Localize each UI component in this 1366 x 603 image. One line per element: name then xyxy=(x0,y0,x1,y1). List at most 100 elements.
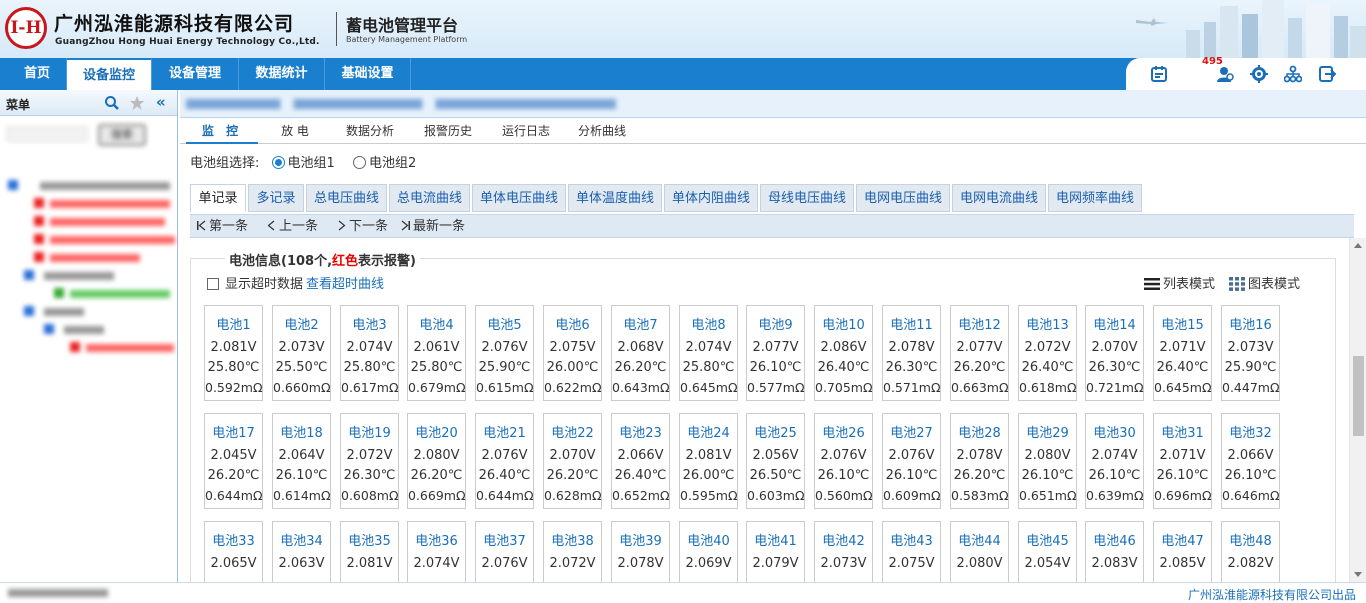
subtab-total-voltage-curve[interactable]: 总电压曲线 xyxy=(306,184,387,212)
header-divider xyxy=(336,12,337,46)
subtab-cell-voltage-curve[interactable]: 单体电压曲线 xyxy=(472,184,566,212)
battery-cell[interactable]: 电池19 2.072V 26.30℃ 0.608mΩ xyxy=(340,413,399,509)
battery-cell[interactable]: 电池18 2.064V 26.10℃ 0.614mΩ xyxy=(272,413,331,509)
battery-cell[interactable]: 电池10 2.086V 26.40℃ 0.705mΩ xyxy=(814,305,873,401)
cell-voltage: 2.076V xyxy=(481,448,528,463)
battery-cell[interactable]: 电池11 2.078V 26.30℃ 0.571mΩ xyxy=(882,305,941,401)
battery-cell[interactable]: 电池29 2.080V 26.10℃ 0.651mΩ xyxy=(1018,413,1077,509)
battery-cell[interactable]: 电池1 2.081V 25.80℃ 0.592mΩ xyxy=(204,305,263,401)
scroll-thumb[interactable] xyxy=(1353,356,1364,436)
subtab-multi-record[interactable]: 多记录 xyxy=(248,184,304,212)
content-scrollbar[interactable] xyxy=(1349,238,1366,582)
cell-resistance: 0.643mΩ xyxy=(612,380,670,395)
tree-node[interactable] xyxy=(34,233,176,244)
battery-cell[interactable]: 电池14 2.070V 26.30℃ 0.721mΩ xyxy=(1085,305,1144,401)
cell-resistance: 0.617mΩ xyxy=(341,380,399,395)
overtime-curve-link[interactable]: 查看超时曲线 xyxy=(306,277,384,292)
battery-cell[interactable]: 电池30 2.074V 26.10℃ 0.639mΩ xyxy=(1085,413,1144,509)
battery-cell[interactable]: 电池23 2.066V 26.40℃ 0.652mΩ xyxy=(611,413,670,509)
cell-temperature: 26.10℃ xyxy=(1224,468,1277,483)
battery-cell[interactable]: 电池31 2.071V 26.10℃ 0.696mΩ xyxy=(1153,413,1212,509)
tab-monitor[interactable]: 监 控 xyxy=(186,118,258,144)
cell-temperature: 25.90℃ xyxy=(1224,360,1277,375)
nav-device-manage[interactable]: 设备管理 xyxy=(152,58,239,90)
battery-cell[interactable]: 电池24 2.081V 26.00℃ 0.595mΩ xyxy=(679,413,738,509)
battery-cell[interactable]: 电池25 2.056V 26.50℃ 0.603mΩ xyxy=(746,413,805,509)
show-overtime-checkbox[interactable] xyxy=(207,278,219,290)
battery-cell[interactable]: 电池3 2.074V 25.80℃ 0.617mΩ xyxy=(340,305,399,401)
tree-node[interactable] xyxy=(44,323,174,334)
tab-run-log[interactable]: 运行日志 xyxy=(494,118,558,144)
sidebar-search-input[interactable] xyxy=(6,126,88,142)
scroll-down-icon[interactable] xyxy=(1354,572,1362,577)
subtab-grid-current-curve[interactable]: 电网电流曲线 xyxy=(952,184,1046,212)
logout-icon[interactable] xyxy=(1318,65,1336,83)
battery-cell[interactable]: 电池32 2.066V 26.10℃ 0.646mΩ xyxy=(1221,413,1280,509)
group-option-2[interactable]: 电池组2 xyxy=(352,156,416,171)
cell-resistance: 0.609mΩ xyxy=(883,488,941,503)
tab-discharge[interactable]: 放 电 xyxy=(262,118,328,144)
nav-home[interactable]: 首页 xyxy=(8,58,67,90)
tree-node[interactable] xyxy=(8,179,176,190)
scroll-up-icon[interactable] xyxy=(1354,243,1362,248)
battery-cell[interactable]: 电池13 2.072V 26.40℃ 0.618mΩ xyxy=(1018,305,1077,401)
cell-voltage: 2.080V xyxy=(413,448,460,463)
subtab-cell-resistance-curve[interactable]: 单体内阻曲线 xyxy=(664,184,758,212)
battery-cell[interactable]: 电池28 2.078V 26.20℃ 0.583mΩ xyxy=(950,413,1009,509)
user-alarm-icon[interactable] xyxy=(1216,65,1234,83)
latest-record-button[interactable]: 最新一条 xyxy=(400,218,465,236)
subtab-cell-temp-curve[interactable]: 单体温度曲线 xyxy=(568,184,662,212)
battery-cell[interactable]: 电池6 2.075V 26.00℃ 0.622mΩ xyxy=(543,305,602,401)
first-record-button[interactable]: 第一条 xyxy=(196,218,248,236)
battery-cell[interactable]: 电池21 2.076V 26.40℃ 0.644mΩ xyxy=(475,413,534,509)
tab-alarm-history[interactable]: 报警历史 xyxy=(416,118,480,144)
subtab-total-current-curve[interactable]: 总电流曲线 xyxy=(389,184,470,212)
tab-analysis-curve[interactable]: 分析曲线 xyxy=(570,118,634,144)
nav-data-stats[interactable]: 数据统计 xyxy=(239,58,325,90)
tree-node[interactable] xyxy=(24,269,174,280)
cell-voltage: 2.077V xyxy=(956,340,1003,355)
subtab-bus-voltage-curve[interactable]: 母线电压曲线 xyxy=(760,184,854,212)
org-tree-icon[interactable] xyxy=(1284,65,1302,83)
battery-cell[interactable]: 电池7 2.068V 26.20℃ 0.643mΩ xyxy=(611,305,670,401)
tree-node[interactable] xyxy=(34,215,176,226)
subtab-grid-frequency-curve[interactable]: 电网频率曲线 xyxy=(1048,184,1142,212)
subtab-grid-voltage-curve[interactable]: 电网电压曲线 xyxy=(856,184,950,212)
tree-node[interactable] xyxy=(24,305,174,316)
battery-cell[interactable]: 电池27 2.076V 26.10℃ 0.609mΩ xyxy=(882,413,941,509)
battery-cell[interactable]: 电池26 2.076V 26.10℃ 0.560mΩ xyxy=(814,413,873,509)
battery-cell[interactable]: 电池4 2.061V 25.80℃ 0.679mΩ xyxy=(407,305,466,401)
subtab-single-record[interactable]: 单记录 xyxy=(190,184,246,212)
battery-cell[interactable]: 电池17 2.045V 26.20℃ 0.644mΩ xyxy=(204,413,263,509)
tab-data-analysis[interactable]: 数据分析 xyxy=(338,118,402,144)
next-record-button[interactable]: 下一条 xyxy=(336,218,388,236)
battery-cell[interactable]: 电池16 2.073V 25.90℃ 0.447mΩ xyxy=(1221,305,1280,401)
battery-cell[interactable]: 电池9 2.077V 26.10℃ 0.577mΩ xyxy=(746,305,805,401)
chart-mode-button[interactable]: 图表模式 xyxy=(1229,273,1300,292)
battery-cell[interactable]: 电池5 2.076V 25.90℃ 0.615mΩ xyxy=(475,305,534,401)
gear-icon[interactable] xyxy=(1250,65,1268,83)
cell-name: 电池21 xyxy=(483,426,526,441)
next-icon xyxy=(338,220,346,231)
nav-basic-settings[interactable]: 基础设置 xyxy=(325,58,411,90)
tree-node[interactable] xyxy=(70,341,176,352)
battery-cell[interactable]: 电池12 2.077V 26.20℃ 0.663mΩ xyxy=(950,305,1009,401)
battery-cell[interactable]: 电池8 2.074V 25.80℃ 0.645mΩ xyxy=(679,305,738,401)
collapse-sidebar-icon[interactable]: « xyxy=(156,93,172,111)
star-icon[interactable] xyxy=(129,95,145,111)
battery-cell[interactable]: 电池15 2.071V 26.40℃ 0.645mΩ xyxy=(1153,305,1212,401)
prev-record-button[interactable]: 上一条 xyxy=(266,218,318,236)
list-mode-button[interactable]: 列表模式 xyxy=(1144,273,1215,292)
battery-cell[interactable]: 电池20 2.080V 26.20℃ 0.669mΩ xyxy=(407,413,466,509)
tree-node[interactable] xyxy=(34,251,176,262)
sidebar-search-button[interactable]: 搜索 xyxy=(98,124,146,146)
battery-cell[interactable]: 电池22 2.070V 26.20℃ 0.628mΩ xyxy=(543,413,602,509)
nav-device-monitor[interactable]: 设备监控 xyxy=(67,58,152,90)
search-icon[interactable] xyxy=(104,95,120,111)
cell-voltage: 2.078V xyxy=(956,448,1003,463)
tree-node[interactable] xyxy=(34,197,176,208)
group-option-1[interactable]: 电池组1 xyxy=(271,156,335,171)
tree-node[interactable] xyxy=(54,287,176,298)
calendar-icon[interactable] xyxy=(1150,65,1168,83)
battery-cell[interactable]: 电池2 2.073V 25.50℃ 0.660mΩ xyxy=(272,305,331,401)
